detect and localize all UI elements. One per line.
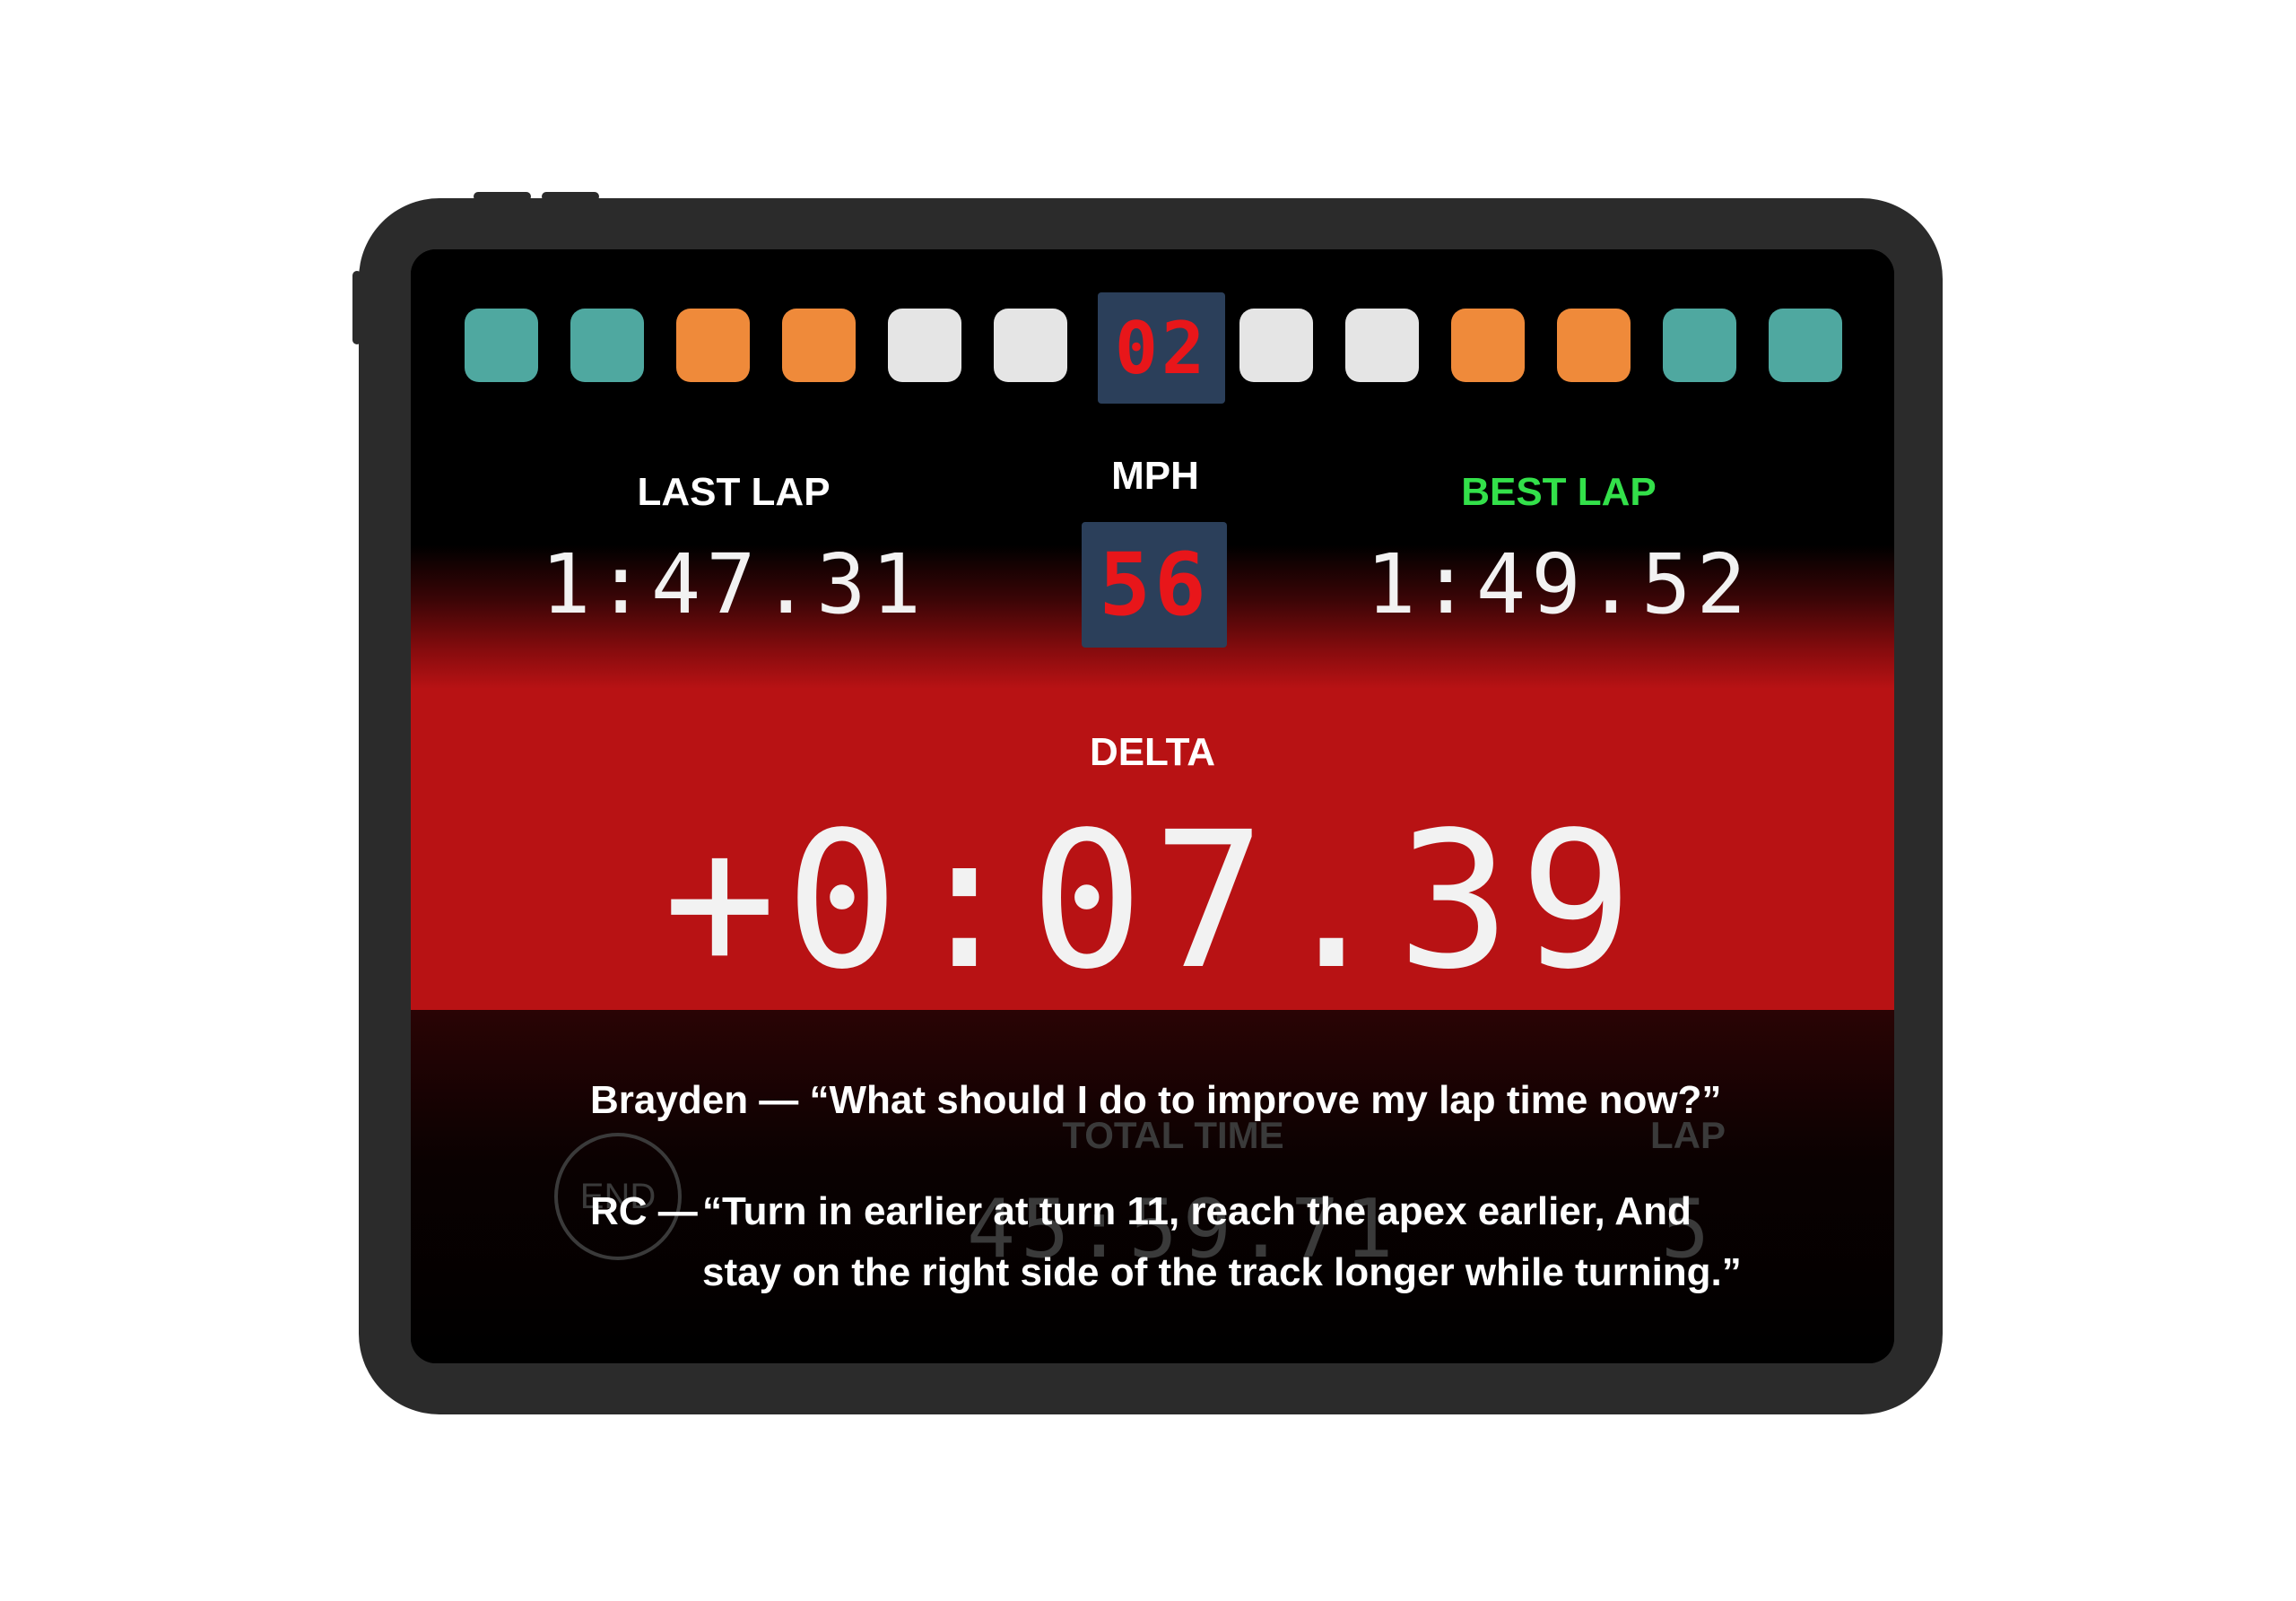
shift-light <box>994 309 1067 382</box>
shift-light <box>676 309 750 382</box>
dashboard-screen: 02 LAST LAP 1:47.31 MPH 56 BEST LAP 1:49… <box>411 249 1894 1363</box>
shift-light <box>1345 309 1419 382</box>
coach-answer: “Turn in earlier at turn 11, reach the a… <box>702 1189 1742 1294</box>
best-lap-time: 1:49.52 <box>1366 536 1752 632</box>
shift-light <box>1557 309 1631 382</box>
speed-display: 56 <box>1082 522 1227 648</box>
shift-light <box>570 309 644 382</box>
delta-label: DELTA <box>1089 730 1216 774</box>
delta-value: +0:07.39 <box>663 791 1642 1011</box>
shift-light <box>1769 309 1842 382</box>
shift-light <box>888 309 961 382</box>
last-lap-time: 1:47.31 <box>541 536 926 632</box>
mph-label: MPH <box>1111 454 1199 498</box>
shift-light <box>465 309 538 382</box>
best-lap-label: BEST LAP <box>1461 470 1657 514</box>
shift-light <box>782 309 856 382</box>
race-position-display: 02 <box>1098 292 1225 404</box>
coach-speaker: RC — <box>590 1189 698 1233</box>
driver-question: Brayden — “What should I do to improve m… <box>590 1078 1722 1122</box>
shift-light <box>1663 309 1736 382</box>
shift-light <box>1451 309 1525 382</box>
shift-light <box>1239 309 1313 382</box>
last-lap-label: LAST LAP <box>637 470 831 514</box>
